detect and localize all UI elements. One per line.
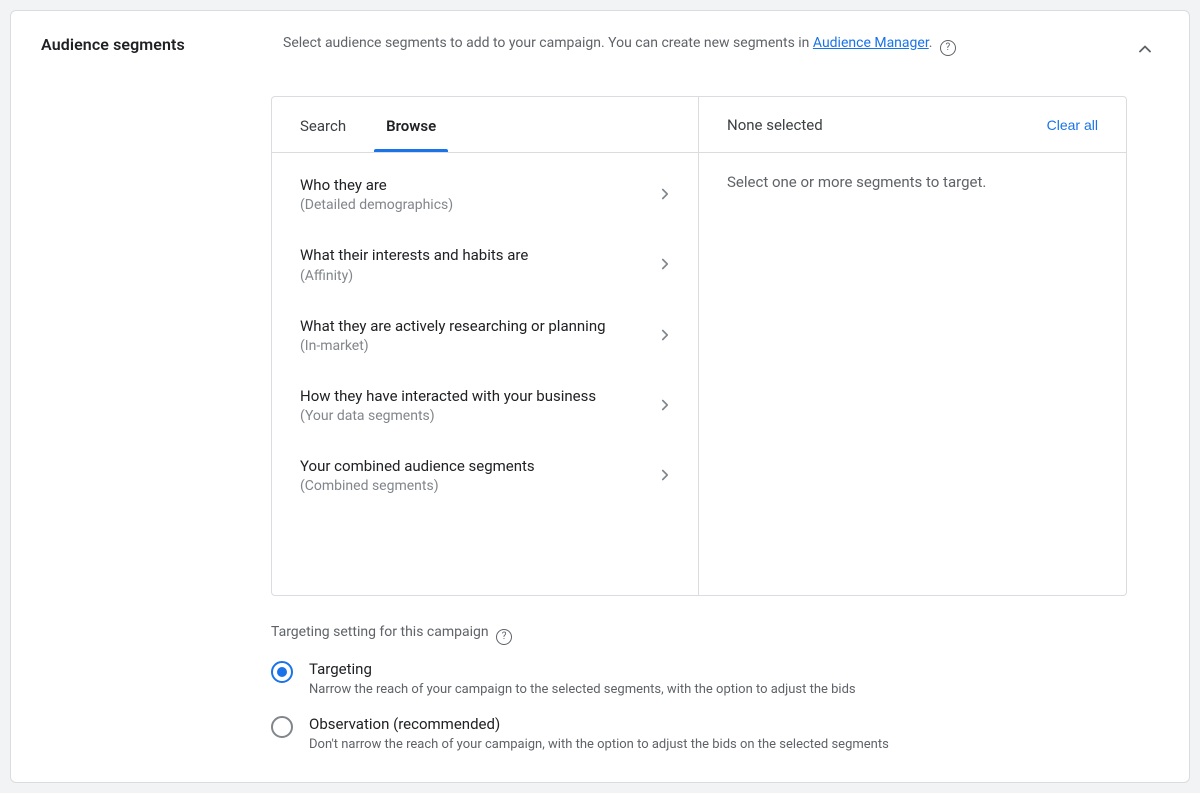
- category-title: What their interests and habits are: [300, 245, 644, 265]
- category-title: Your combined audience segments: [300, 456, 644, 476]
- radio-description: Narrow the reach of your campaign to the…: [309, 682, 856, 697]
- chevron-right-icon: [656, 326, 674, 344]
- audience-manager-link[interactable]: Audience Manager: [813, 35, 929, 51]
- category-subtitle: (Affinity): [300, 268, 644, 284]
- radio-row: Targeting Narrow the reach of your campai…: [271, 660, 1127, 697]
- help-icon[interactable]: ?: [940, 40, 956, 56]
- help-icon[interactable]: ?: [496, 629, 512, 645]
- clear-all-button[interactable]: Clear all: [1039, 111, 1106, 139]
- targeting-section: Targeting setting for this campaign ? Ta…: [271, 624, 1127, 752]
- tab-browse[interactable]: Browse: [366, 99, 456, 151]
- radio-container: Targeting Narrow the reach of your campai…: [271, 660, 1127, 752]
- category-row[interactable]: What they are actively researching or pl…: [272, 300, 698, 370]
- targeting-title-row: Targeting setting for this campaign ?: [271, 624, 1127, 642]
- chevron-right-icon: [656, 255, 674, 273]
- radio-description: Don't narrow the reach of your campaign,…: [309, 737, 889, 752]
- section-title: Audience segments: [41, 35, 185, 54]
- category-title: How they have interacted with your busin…: [300, 386, 644, 406]
- radio-label: Targeting: [309, 660, 856, 678]
- category-subtitle: (Combined segments): [300, 478, 644, 494]
- chevron-right-icon: [656, 396, 674, 414]
- collapse-column: [1119, 33, 1159, 66]
- radio-button[interactable]: [271, 716, 293, 738]
- radio-button[interactable]: [271, 661, 293, 683]
- category-text: What their interests and habits are (Affi…: [300, 245, 656, 283]
- intro-text: Select audience segments to add to your …: [283, 33, 1107, 54]
- segment-picker: Search Browse Who they are (Detailed demo…: [271, 96, 1127, 596]
- selected-body: Select one or more segments to target.: [699, 153, 1126, 211]
- card-header: Audience segments Select audience segmen…: [41, 33, 1159, 66]
- selected-panel: None selected Clear all Select one or mo…: [699, 97, 1126, 595]
- tab-browse-label: Browse: [386, 117, 436, 135]
- category-list: Who they are (Detailed demographics) What …: [272, 153, 698, 595]
- tab-search[interactable]: Search: [280, 99, 366, 151]
- chevron-right-icon: [656, 185, 674, 203]
- category-row[interactable]: What their interests and habits are (Affi…: [272, 229, 698, 299]
- category-row[interactable]: Who they are (Detailed demographics): [272, 159, 698, 229]
- tab-search-label: Search: [300, 117, 346, 135]
- none-selected-label: None selected: [727, 116, 823, 134]
- category-title: What they are actively researching or pl…: [300, 316, 644, 336]
- category-text: Who they are (Detailed demographics): [300, 175, 656, 213]
- category-text: What they are actively researching or pl…: [300, 316, 656, 354]
- targeting-section-title: Targeting setting for this campaign: [271, 624, 489, 640]
- audience-segments-card: Audience segments Select audience segmen…: [10, 10, 1190, 783]
- intro-suffix: .: [929, 35, 933, 51]
- selected-header: None selected Clear all: [699, 97, 1126, 153]
- intro-prefix: Select audience segments to add to your …: [283, 35, 813, 51]
- title-column: Audience segments: [41, 33, 271, 54]
- radio-row: Observation (recommended) Don't narrow th…: [271, 715, 1127, 752]
- radio-text: Targeting Narrow the reach of your campai…: [309, 660, 856, 697]
- radio-text: Observation (recommended) Don't narrow th…: [309, 715, 889, 752]
- chevron-up-icon: [1135, 39, 1155, 59]
- category-title: Who they are: [300, 175, 644, 195]
- category-subtitle: (In-market): [300, 338, 644, 354]
- selected-placeholder: Select one or more segments to target.: [727, 173, 986, 191]
- collapse-button[interactable]: [1131, 35, 1159, 66]
- category-subtitle: (Detailed demographics): [300, 197, 644, 213]
- category-row[interactable]: How they have interacted with your busin…: [272, 370, 698, 440]
- category-text: Your combined audience segments (Combined…: [300, 456, 656, 494]
- category-subtitle: (Your data segments): [300, 408, 644, 424]
- body-area: Search Browse Who they are (Detailed demo…: [271, 66, 1127, 752]
- browse-panel: Search Browse Who they are (Detailed demo…: [272, 97, 699, 595]
- category-row[interactable]: Your combined audience segments (Combined…: [272, 440, 698, 510]
- chevron-right-icon: [656, 466, 674, 484]
- category-text: How they have interacted with your busin…: [300, 386, 656, 424]
- tab-bar: Search Browse: [272, 97, 698, 153]
- radio-label: Observation (recommended): [309, 715, 889, 733]
